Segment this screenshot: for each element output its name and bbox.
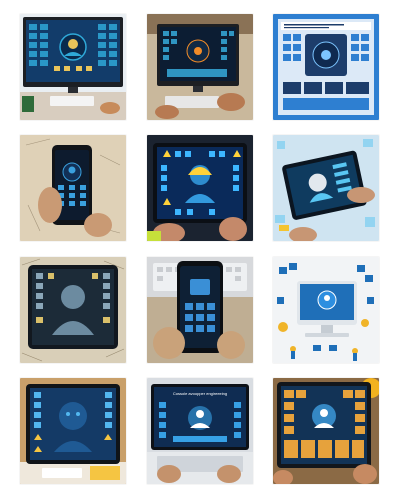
- tablet-safety-icons-image: [147, 135, 253, 241]
- monitor-workers-image: [273, 257, 379, 363]
- tile-tablet-silhouette: [20, 257, 126, 363]
- tile-desktop-dashboard: [20, 14, 126, 120]
- tile-tablet-safety-icons: [147, 135, 253, 241]
- tile-tablet-construction: [273, 378, 379, 484]
- tile-smartphone-hands: [20, 135, 126, 241]
- tablet-construction-image: [273, 378, 379, 484]
- tile-smartphone-keyboard: [147, 257, 253, 363]
- image-grid: Cossole avoopper engireeeing: [0, 0, 400, 500]
- smartphone-hands-image: [20, 135, 126, 241]
- tile-monitor-workers: [273, 257, 379, 363]
- laptop-headline-image: Cossole avoopper engireeeing: [147, 378, 253, 484]
- smartphone-keyboard-image: [147, 257, 253, 363]
- tile-laptop-headline: Cossole avoopper engireeeing: [147, 378, 253, 484]
- desktop-dashboard-image: [20, 14, 126, 120]
- tile-tablet-touch: [273, 135, 379, 241]
- blue-poster-image: [273, 14, 379, 120]
- tile-tablet-glowing-face: [20, 378, 126, 484]
- desk-monitor-hands-image: [147, 14, 253, 120]
- tablet-touch-image: [273, 135, 379, 241]
- tile-blue-poster: [273, 14, 379, 120]
- laptop-headline-text: Cossole avoopper engireeeing: [173, 391, 227, 396]
- tablet-glowing-face-image: [20, 378, 126, 484]
- tile-desk-monitor-hands: [147, 14, 253, 120]
- tablet-silhouette-image: [20, 257, 126, 363]
